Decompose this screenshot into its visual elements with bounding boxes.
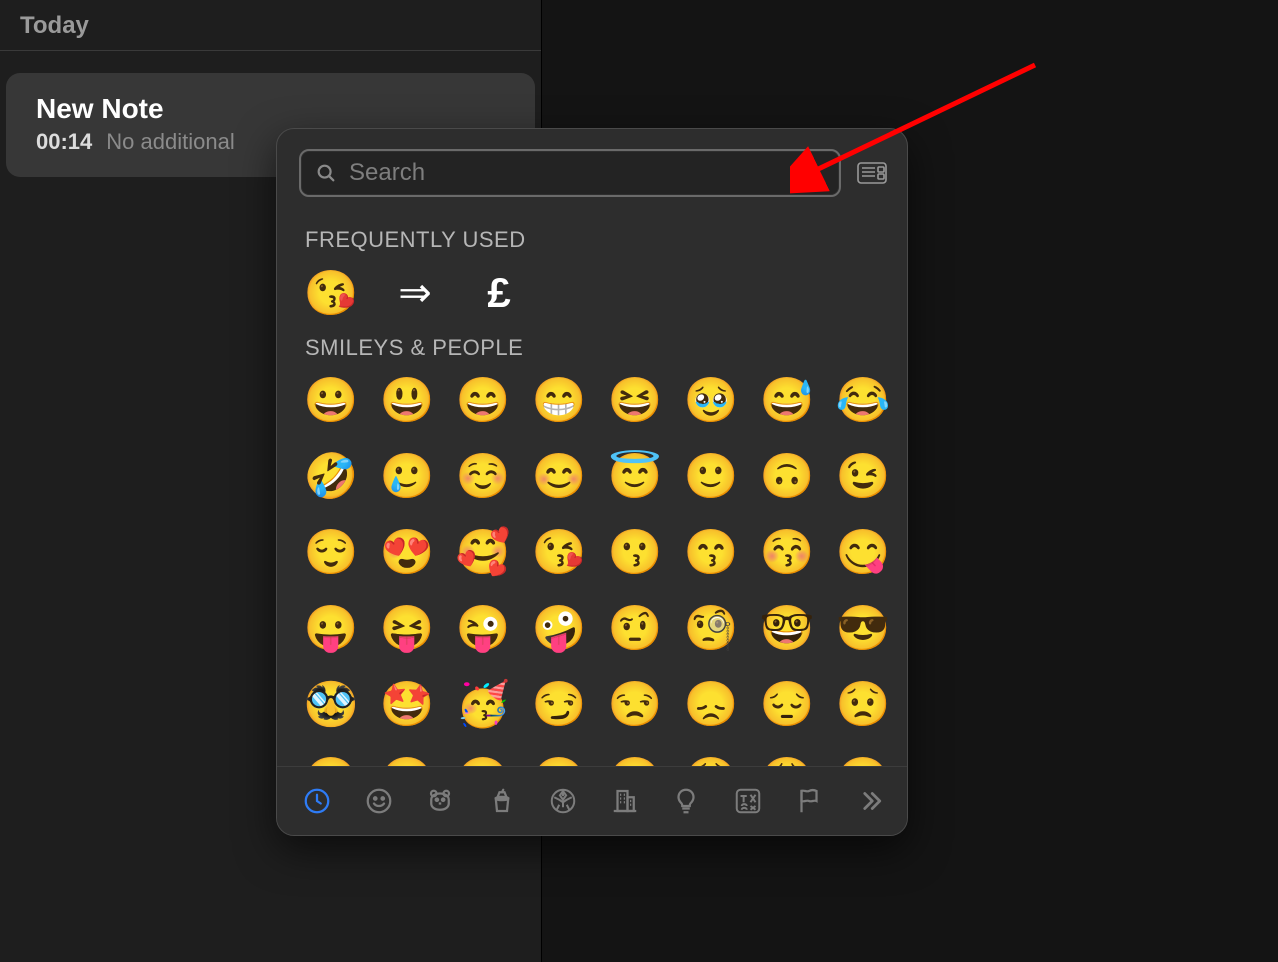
category-animals-button[interactable] <box>420 781 460 821</box>
note-time: 00:14 <box>36 129 92 155</box>
emoji-cell[interactable]: 😛 <box>303 601 359 657</box>
emoji-cell[interactable]: 😒 <box>607 677 663 733</box>
emoji-cell[interactable]: 😏 <box>531 677 587 733</box>
emoji-cell[interactable]: 🧐 <box>683 601 739 657</box>
soccer-icon <box>548 786 578 816</box>
emoji-cell[interactable]: 🙂 <box>683 449 739 505</box>
emoji-cell[interactable]: 🥰 <box>455 525 511 581</box>
category-activity-button[interactable] <box>543 781 583 821</box>
smileys-grid: 😀😃😄😁😆🥹😅😂🤣🥲☺️😊😇🙂🙃😉😌😍🥰😘😗😙😚😋😛😝😜🤪🤨🧐🤓😎🥸🤩🥳😏😒😞😔… <box>303 373 885 766</box>
bear-icon <box>425 786 455 816</box>
emoji-cell[interactable]: 🤨 <box>607 601 663 657</box>
emoji-cell[interactable]: 😘 <box>531 525 587 581</box>
emoji-cell[interactable]: 😎 <box>835 601 891 657</box>
emoji-cell[interactable]: 😚 <box>759 525 815 581</box>
frequently-used-grid: 😘 ⇒ £ <box>303 265 885 321</box>
emoji-cell[interactable]: 😕 <box>303 753 359 766</box>
emoji-cell[interactable]: 😩 <box>759 753 815 766</box>
emoji-search-input[interactable] <box>349 159 825 187</box>
emoji-cell[interactable]: ☺️ <box>455 449 511 505</box>
emoji-cell[interactable]: 😝 <box>379 601 435 657</box>
clock-icon <box>302 786 332 816</box>
category-symbols-button[interactable] <box>728 781 768 821</box>
emoji-cell[interactable]: 😀 <box>303 373 359 429</box>
category-food-button[interactable] <box>482 781 522 821</box>
emoji-cell[interactable]: 😅 <box>759 373 815 429</box>
bulb-icon <box>671 786 701 816</box>
emoji-cell[interactable]: 😍 <box>379 525 435 581</box>
emoji-search-row <box>277 129 907 207</box>
category-flags-button[interactable] <box>789 781 829 821</box>
emoji-cell[interactable]: 😁 <box>531 373 587 429</box>
emoji-cell[interactable]: 😔 <box>759 677 815 733</box>
category-recents-button[interactable] <box>297 781 337 821</box>
emoji-cell[interactable]: 😙 <box>683 525 739 581</box>
emoji-cell[interactable]: 😇 <box>607 449 663 505</box>
emoji-cell[interactable]: 😗 <box>607 525 663 581</box>
category-travel-button[interactable] <box>605 781 645 821</box>
section-label-frequently-used: FREQUENTLY USED <box>305 227 885 253</box>
building-icon <box>610 786 640 816</box>
chevrons-icon <box>856 786 886 816</box>
emoji-pound-sign[interactable]: £ <box>471 265 527 321</box>
category-smileys-button[interactable] <box>359 781 399 821</box>
emoji-cell[interactable]: 😊 <box>531 449 587 505</box>
smiley-icon <box>364 786 394 816</box>
category-objects-button[interactable] <box>666 781 706 821</box>
emoji-cell[interactable]: 🙁 <box>379 753 435 766</box>
note-preview: No additional <box>106 129 234 155</box>
emoji-cell[interactable]: 😫 <box>683 753 739 766</box>
emoji-cell[interactable]: 🤣 <box>303 449 359 505</box>
emoji-rightwards-double-arrow[interactable]: ⇒ <box>387 265 443 321</box>
section-header-today: Today <box>0 0 541 51</box>
emoji-cell[interactable]: 😜 <box>455 601 511 657</box>
emoji-cell[interactable]: 😂 <box>835 373 891 429</box>
emoji-cell[interactable]: 😆 <box>607 373 663 429</box>
emoji-cell[interactable]: 🥺 <box>835 753 891 766</box>
note-title: New Note <box>36 93 505 125</box>
emoji-cell[interactable]: 🥲 <box>379 449 435 505</box>
cup-icon <box>487 786 517 816</box>
emoji-scroll-area[interactable]: FREQUENTLY USED 😘 ⇒ £ SMILEYS & PEOPLE 😀 😃 😄… <box>277 207 907 766</box>
emoji-cell[interactable]: 🤓 <box>759 601 815 657</box>
search-icon <box>315 162 337 184</box>
emoji-search-box[interactable] <box>299 149 841 197</box>
emoji-cell[interactable]: 🤩 <box>379 677 435 733</box>
emoji-cell[interactable]: 😄 <box>455 373 511 429</box>
emoji-category-bar <box>277 766 907 835</box>
emoji-face-blowing-a-kiss[interactable]: 😘 <box>303 265 359 321</box>
emoji-cell[interactable]: 😃 <box>379 373 435 429</box>
flag-icon <box>794 786 824 816</box>
emoji-cell[interactable]: 🙃 <box>759 449 815 505</box>
section-label-smileys: SMILEYS & PEOPLE <box>305 335 885 361</box>
emoji-cell[interactable]: 🤪 <box>531 601 587 657</box>
emoji-cell[interactable]: ☹️ <box>455 753 511 766</box>
emoji-cell[interactable]: 😖 <box>607 753 663 766</box>
symbols-icon <box>733 786 763 816</box>
emoji-cell[interactable]: 🥹 <box>683 373 739 429</box>
emoji-cell[interactable]: 😋 <box>835 525 891 581</box>
emoji-cell[interactable]: 🥸 <box>303 677 359 733</box>
emoji-cell[interactable]: 😞 <box>683 677 739 733</box>
emoji-cell[interactable]: 🥳 <box>455 677 511 733</box>
emoji-cell[interactable]: 😉 <box>835 449 891 505</box>
emoji-cell[interactable]: 😟 <box>835 677 891 733</box>
emoji-picker-popover: FREQUENTLY USED 😘 ⇒ £ SMILEYS & PEOPLE 😀 😃 😄… <box>276 128 908 836</box>
emoji-cell[interactable]: 😌 <box>303 525 359 581</box>
expand-character-viewer-button[interactable] <box>855 160 889 186</box>
category-more-button[interactable] <box>851 781 891 821</box>
emoji-cell[interactable]: 😣 <box>531 753 587 766</box>
